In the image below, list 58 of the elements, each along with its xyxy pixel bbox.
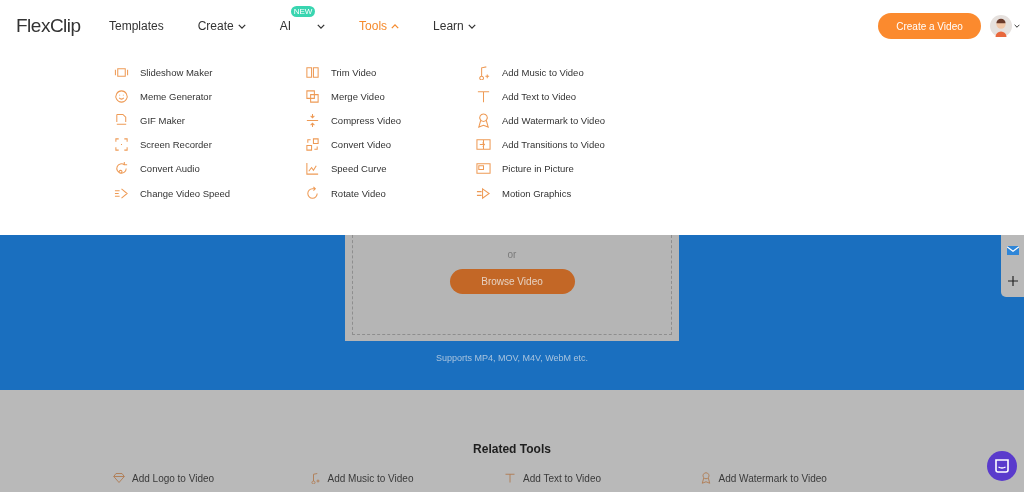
file-icon bbox=[114, 112, 129, 128]
nav-link[interactable]: AI bbox=[279, 19, 292, 33]
award-icon bbox=[699, 472, 712, 484]
music-note-icon bbox=[476, 64, 491, 80]
refresh-icon bbox=[114, 161, 129, 177]
chart-icon bbox=[305, 161, 320, 177]
menu-item[interactable]: Add Watermark to Video bbox=[476, 108, 605, 133]
convert-icon bbox=[305, 137, 320, 153]
chat-icon[interactable] bbox=[987, 451, 1017, 481]
menu-item[interactable]: Add Transitions to Video bbox=[476, 132, 605, 157]
award-icon bbox=[476, 112, 491, 128]
related-tool-link[interactable]: Add Logo to Video bbox=[113, 472, 309, 484]
menu-item[interactable]: Change Video Speed bbox=[114, 180, 305, 206]
smiley-icon bbox=[114, 88, 129, 104]
caret-icon[interactable] bbox=[317, 23, 326, 29]
menu-item[interactable]: Convert Video bbox=[305, 132, 476, 157]
logo[interactable]: FlexClip bbox=[16, 15, 109, 37]
menu-item[interactable]: Motion Graphics bbox=[476, 180, 605, 206]
plus-icon[interactable] bbox=[1007, 276, 1018, 287]
avatar-icon[interactable] bbox=[990, 15, 1012, 37]
menu-item[interactable]: Add Music to Video bbox=[476, 60, 605, 85]
section-heading: Related Tools bbox=[473, 442, 551, 456]
related-tool-link[interactable]: Add Music to Video bbox=[308, 472, 504, 484]
menu-item[interactable]: Merge Video bbox=[305, 84, 476, 109]
overlapping-squares-icon bbox=[305, 88, 320, 104]
text-icon bbox=[504, 472, 516, 484]
menu-item[interactable]: Convert Audio bbox=[114, 156, 305, 181]
caret-icon[interactable] bbox=[1014, 24, 1020, 28]
menu-item[interactable]: GIF Maker bbox=[114, 108, 305, 133]
pip-icon bbox=[476, 161, 491, 177]
menu-item[interactable]: Picture in Picture bbox=[476, 156, 605, 181]
menu-item[interactable]: Trim Video bbox=[305, 60, 476, 85]
nav-link[interactable]: Create bbox=[197, 19, 234, 33]
caret-icon[interactable] bbox=[237, 23, 246, 29]
trim-icon bbox=[305, 64, 320, 80]
rotate-icon bbox=[305, 185, 320, 201]
focus-icon bbox=[114, 137, 129, 153]
diamond-icon bbox=[113, 472, 125, 484]
menu-item[interactable]: Meme Generator bbox=[114, 84, 305, 109]
related-tool-link[interactable]: Add Text to Video bbox=[504, 472, 700, 484]
caret-icon[interactable] bbox=[467, 23, 476, 29]
transition-icon bbox=[476, 137, 491, 153]
menu-item[interactable]: Slideshow Maker bbox=[114, 60, 305, 85]
new-badge: NEW bbox=[290, 6, 316, 17]
text-icon bbox=[476, 88, 491, 104]
menu-item[interactable]: Screen Recorder bbox=[114, 132, 305, 157]
menu-item[interactable]: Compress Video bbox=[305, 108, 476, 133]
music-note-icon bbox=[308, 472, 321, 484]
nav-link[interactable]: Templates bbox=[109, 19, 164, 33]
motion-icon bbox=[476, 185, 491, 201]
menu-item[interactable]: Rotate Video bbox=[305, 180, 476, 206]
related-tool-link[interactable]: Add Watermark to Video bbox=[699, 472, 895, 484]
nav-link[interactable]: Learn bbox=[433, 19, 464, 33]
mail-icon[interactable] bbox=[1006, 245, 1019, 255]
supported-formats-text: Supports MP4, MOV, M4V, WebM etc. bbox=[435, 353, 589, 363]
compress-icon bbox=[305, 112, 320, 128]
menu-item[interactable]: Add Text to Video bbox=[476, 84, 605, 109]
menu-item[interactable]: Speed Curve bbox=[305, 156, 476, 181]
